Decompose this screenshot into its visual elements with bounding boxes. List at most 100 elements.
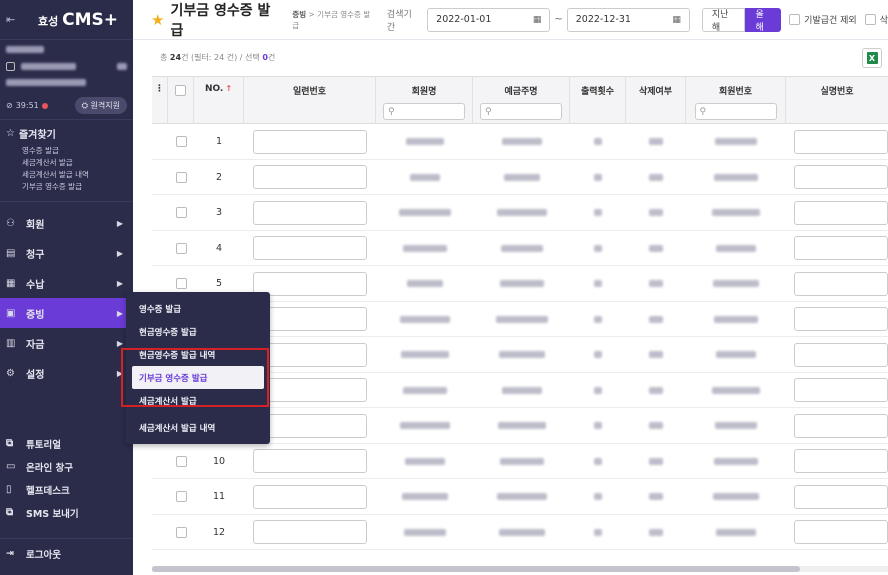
row-checkbox[interactable] bbox=[175, 171, 187, 183]
serial-input[interactable] bbox=[253, 342, 367, 367]
logout-button[interactable]: ⇥ 로그아웃 bbox=[0, 538, 133, 568]
row-checkbox[interactable] bbox=[175, 455, 187, 467]
serial-input[interactable] bbox=[253, 484, 367, 509]
serial-input[interactable] bbox=[253, 413, 367, 438]
member-name-filter-input[interactable]: ⚲ bbox=[383, 103, 465, 120]
serial-input[interactable] bbox=[253, 449, 367, 473]
real-name-input[interactable] bbox=[794, 449, 888, 473]
real-name-input[interactable] bbox=[794, 413, 888, 438]
member-name-redacted bbox=[401, 493, 448, 500]
select-all-checkbox[interactable] bbox=[175, 85, 186, 96]
star-icon[interactable]: ★ bbox=[151, 11, 164, 29]
real-name-input[interactable] bbox=[794, 484, 888, 509]
submenu-cash-receipt-history[interactable]: 현금영수증 발급 내역 bbox=[126, 343, 270, 366]
serial-input[interactable] bbox=[253, 520, 367, 544]
deleted-redacted bbox=[649, 386, 663, 394]
extra-option[interactable]: 삭 bbox=[864, 13, 888, 26]
table-row[interactable]: 3 bbox=[152, 195, 888, 231]
scrollbar-thumb[interactable] bbox=[152, 566, 800, 572]
row-checkbox[interactable] bbox=[175, 526, 187, 538]
favorite-item[interactable]: 세금계산서 발급 내역 bbox=[6, 169, 127, 181]
menu-item-funds[interactable]: ▥ 자금 ▶ bbox=[0, 328, 133, 358]
this-year-button[interactable]: 올해 bbox=[745, 7, 782, 33]
col-deleted[interactable]: 삭제여부 bbox=[626, 77, 686, 124]
serial-input[interactable] bbox=[253, 200, 367, 225]
real-name-input[interactable] bbox=[794, 307, 888, 331]
depositor-redacted bbox=[497, 422, 546, 429]
serial-input[interactable] bbox=[253, 129, 367, 154]
serial-input[interactable] bbox=[253, 307, 367, 331]
favorite-item[interactable]: 영수증 발급 bbox=[6, 145, 127, 157]
col-member-no[interactable]: 회원번호 ⚲ bbox=[686, 77, 786, 124]
sms-link[interactable]: ⧉ SMS 보내기 bbox=[0, 501, 133, 524]
online-desk-link[interactable]: ▭ 온라인 창구 bbox=[0, 455, 133, 478]
helpdesk-link[interactable]: ▯ 헬프데스크 bbox=[0, 478, 133, 501]
collapse-sidebar-icon[interactable]: ⇤ bbox=[6, 13, 20, 26]
serial-input[interactable] bbox=[253, 236, 367, 260]
row-checkbox[interactable] bbox=[175, 136, 187, 147]
menu-item-evidence[interactable]: ▣ 증빙 ▶ bbox=[0, 298, 133, 328]
real-name-input[interactable] bbox=[794, 271, 888, 296]
member-no-filter-input[interactable]: ⚲ bbox=[694, 103, 777, 120]
submenu-donation-receipt-issue[interactable]: 기부금 영수증 발급 bbox=[132, 366, 264, 389]
favorite-item[interactable]: 기부금 영수증 발급 bbox=[6, 181, 127, 193]
col-print-count[interactable]: 출력횟수 bbox=[570, 77, 626, 124]
print-count-redacted bbox=[594, 138, 602, 145]
table-row[interactable]: 12 bbox=[152, 515, 888, 550]
exclude-issued-option[interactable]: 기발급건 제외 bbox=[789, 13, 857, 26]
date-from-input[interactable]: 2022-01-01 ▦ bbox=[427, 7, 551, 32]
col-real-name-no[interactable]: 실명번호 bbox=[786, 77, 888, 124]
calendar-icon[interactable]: ▦ bbox=[672, 15, 681, 25]
remote-support-button[interactable]: ⛭ 원격지원 bbox=[74, 97, 127, 114]
real-name-input[interactable] bbox=[794, 236, 888, 260]
row-checkbox[interactable] bbox=[175, 242, 187, 254]
date-to-input[interactable]: 2022-12-31 ▦ bbox=[566, 7, 690, 32]
serial-input[interactable] bbox=[253, 165, 367, 189]
serial-input[interactable] bbox=[253, 271, 367, 296]
column-menu-icon[interactable]: ⋮ bbox=[152, 77, 168, 124]
submenu-tax-invoice-history[interactable]: 세금계산서 발급 내역 bbox=[126, 416, 270, 439]
table-row[interactable]: 4 bbox=[152, 231, 888, 266]
table-row[interactable]: 11 bbox=[152, 479, 888, 515]
excel-download-button[interactable]: X bbox=[862, 48, 882, 68]
table-row[interactable]: 10 bbox=[152, 444, 888, 479]
serial-input[interactable] bbox=[253, 378, 367, 402]
header-select-all[interactable] bbox=[168, 77, 194, 124]
col-no[interactable]: NO. ↑ bbox=[194, 77, 244, 124]
deleted-redacted bbox=[649, 457, 663, 465]
extra-checkbox[interactable] bbox=[864, 14, 876, 25]
last-year-button[interactable]: 지난해 bbox=[701, 7, 746, 33]
menu-item-payment[interactable]: ▦ 수납 ▶ bbox=[0, 268, 133, 298]
menu-item-billing[interactable]: ▤ 청구 ▶ bbox=[0, 238, 133, 268]
real-name-input[interactable] bbox=[794, 165, 888, 189]
real-name-input[interactable] bbox=[794, 200, 888, 225]
col-serial[interactable]: 일련번호 bbox=[244, 77, 376, 124]
member-name-redacted bbox=[398, 209, 451, 216]
row-checkbox[interactable] bbox=[175, 207, 187, 218]
tutorial-link[interactable]: ⧉ 튜토리얼 bbox=[0, 432, 133, 455]
col-member-name[interactable]: 회원명 ⚲ bbox=[376, 77, 473, 124]
row-checkbox[interactable] bbox=[175, 278, 187, 289]
sort-asc-icon[interactable]: ↑ bbox=[225, 84, 232, 93]
real-name-input[interactable] bbox=[794, 378, 888, 402]
horizontal-scrollbar[interactable] bbox=[152, 566, 888, 572]
menu-item-member[interactable]: ⚇ 회원 ▶ bbox=[0, 208, 133, 238]
favorite-item[interactable]: 세금계산서 발급 bbox=[6, 157, 127, 169]
submenu-tax-invoice-issue[interactable]: 세금계산서 발급 bbox=[126, 389, 270, 412]
depositor-filter-input[interactable]: ⚲ bbox=[480, 103, 562, 120]
menu-item-settings[interactable]: ⚙ 설정 ▶ bbox=[0, 358, 133, 388]
real-name-input[interactable] bbox=[794, 342, 888, 367]
row-checkbox[interactable] bbox=[175, 491, 187, 502]
submenu-receipt-issue[interactable]: 영수증 발급 bbox=[126, 297, 270, 320]
real-name-input[interactable] bbox=[794, 520, 888, 544]
submenu-cash-receipt-issue[interactable]: 현금영수증 발급 bbox=[126, 320, 270, 343]
table-row[interactable]: 2 bbox=[152, 160, 888, 195]
real-name-input[interactable] bbox=[794, 129, 888, 154]
table-row[interactable]: 1 bbox=[152, 124, 888, 160]
document-icon: ▤ bbox=[6, 247, 16, 259]
exclude-issued-checkbox[interactable] bbox=[789, 14, 801, 25]
calendar-icon[interactable]: ▦ bbox=[533, 15, 542, 25]
sidebar: ⇤ 효성 CMS+ ⊘ 39:51 ⛭ 원격지원 ☆ 즐겨찾기 영수증 발급 세… bbox=[0, 0, 133, 575]
logo[interactable]: 효성 CMS+ bbox=[38, 10, 118, 30]
col-depositor[interactable]: 예금주명 ⚲ bbox=[473, 77, 570, 124]
